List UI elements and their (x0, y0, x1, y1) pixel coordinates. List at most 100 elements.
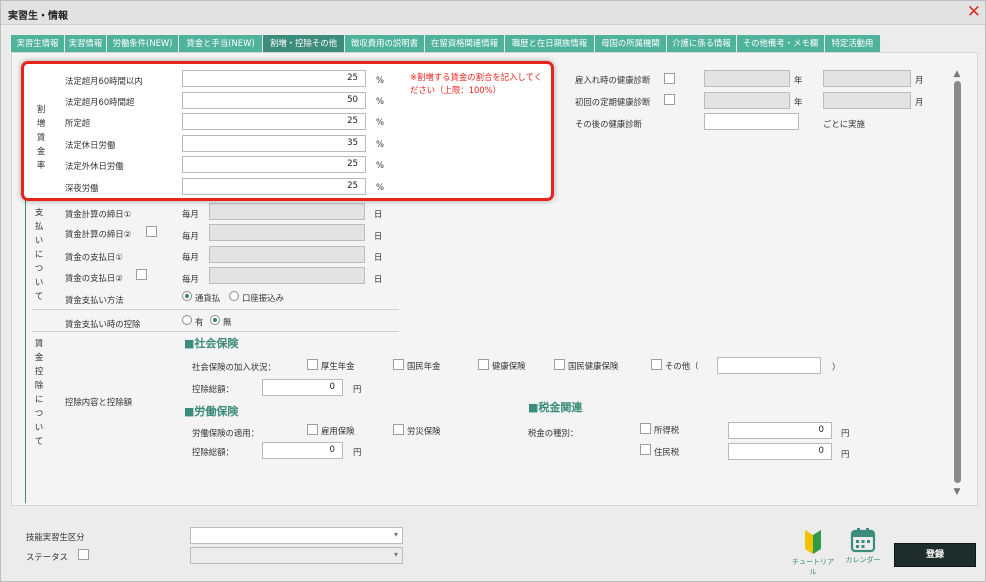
pay-deduction-yes-radio[interactable] (182, 315, 192, 325)
social-kokumin-kenko-checkbox[interactable] (554, 359, 565, 370)
monthly-prefix: 毎月 (182, 252, 199, 262)
rate-input[interactable]: 25 (182, 113, 366, 130)
close-paren: ） (832, 362, 841, 372)
status-checkbox[interactable] (78, 549, 89, 560)
beginner-mark-icon (805, 530, 821, 554)
health-hire-checkbox[interactable] (664, 73, 675, 84)
pay-day-2-input[interactable] (209, 267, 365, 284)
social-other-input[interactable] (717, 357, 821, 374)
percent-unit: % (376, 182, 384, 192)
health-first-checkbox[interactable] (664, 94, 675, 105)
pay-method-cash-label: 通貨払 (195, 293, 221, 303)
pay-deduction-yes-label: 有 (195, 317, 204, 327)
calendar-label: カレンダー (845, 556, 881, 564)
month-unit: 月 (915, 75, 924, 85)
tab-wages-allowances[interactable]: 賃金と手当(NEW) (179, 35, 263, 52)
rate-label: 法定外休日労働 (65, 161, 124, 171)
rate-label: 所定超 (65, 118, 91, 128)
percent-unit: % (376, 139, 384, 149)
social-kenko-label: 健康保険 (492, 361, 526, 371)
tutorial-label: チュートリアル (792, 558, 834, 576)
tab-work-history[interactable]: 職歴と在日親族情報 (505, 35, 595, 52)
social-insurance-heading: ■社会保険 (184, 337, 239, 350)
pay-method-transfer-label: 口座振込み (242, 293, 284, 303)
health-later-input[interactable] (704, 113, 799, 130)
pay-method-transfer-radio[interactable] (229, 291, 239, 301)
labor-accident-label: 労災保険 (407, 426, 441, 436)
register-button[interactable]: 登録 (894, 543, 976, 567)
pay-close-2-label: 賃金計算の締日② (65, 229, 132, 239)
health-hire-label: 雇入れ時の健康診断 (575, 75, 651, 85)
pay-close-1-input[interactable] (209, 203, 365, 220)
tab-other-notes[interactable]: その他備考・メモ欄 (737, 35, 825, 52)
status-label: ステータス (26, 552, 68, 562)
tab-trainee-info[interactable]: 実習生情報 (11, 35, 65, 52)
health-first-year-input[interactable] (704, 92, 790, 109)
pay-deduction-no-label: 無 (223, 317, 232, 327)
scroll-thumb[interactable] (954, 81, 961, 483)
labor-employment-checkbox[interactable] (307, 424, 318, 435)
health-first-month-input[interactable] (823, 92, 911, 109)
monthly-prefix: 毎月 (182, 231, 199, 241)
month-unit: 月 (915, 97, 924, 107)
pay-day-2-checkbox[interactable] (136, 269, 147, 280)
rate-input[interactable]: 25 (182, 70, 366, 87)
pay-close-2-checkbox[interactable] (146, 226, 157, 237)
pay-close-1-label: 賃金計算の締日① (65, 209, 132, 219)
health-hire-year-input[interactable] (704, 70, 790, 87)
tax-resident-input[interactable]: 0 (728, 443, 832, 460)
tax-resident-checkbox[interactable] (640, 444, 651, 455)
pay-close-2-input[interactable] (209, 224, 365, 241)
social-join-label: 社会保険の加入状況： (192, 362, 276, 372)
percent-unit: % (376, 75, 384, 85)
labor-total-input[interactable]: 0 (262, 442, 343, 459)
tab-training-info[interactable]: 実習情報 (65, 35, 107, 52)
health-later-label: その後の健康診断 (575, 119, 642, 129)
status-select[interactable] (190, 547, 403, 564)
pay-day-1-label: 賃金の支払日① (65, 252, 123, 262)
day-suffix: 日 (374, 274, 383, 284)
labor-accident-checkbox[interactable] (393, 424, 404, 435)
tab-home-organization[interactable]: 母国の所属機関 (595, 35, 667, 52)
year-unit: 年 (794, 97, 803, 107)
tab-residence-status[interactable]: 在留資格関連情報 (425, 35, 505, 52)
tab-specific-activities[interactable]: 特定活動用 (825, 35, 881, 52)
tab-labor-conditions[interactable]: 労働条件(NEW) (107, 35, 179, 52)
rate-input[interactable]: 25 (182, 156, 366, 173)
tab-premium-deductions[interactable]: 割増・控除その他 (263, 35, 345, 52)
scroll-up-icon[interactable]: ▲ (951, 69, 963, 79)
social-total-label: 控除総額： (192, 384, 234, 394)
payment-side-label: 支払いについて (34, 207, 44, 301)
day-suffix: 日 (374, 209, 383, 219)
tax-income-checkbox[interactable] (640, 423, 651, 434)
tutorial-button[interactable]: チュートリアル (791, 527, 835, 577)
tax-income-input[interactable]: 0 (728, 422, 832, 439)
pay-method-label: 賃金支払い方法 (65, 295, 124, 305)
close-icon[interactable]: ✕ (967, 2, 981, 22)
skill-category-select[interactable] (190, 527, 403, 544)
window-title: 実習生・情報 (8, 11, 68, 22)
rate-label: 法定休日労働 (65, 140, 116, 150)
health-hire-month-input[interactable] (823, 70, 911, 87)
pay-deduction-no-radio[interactable] (210, 315, 220, 325)
rate-input[interactable]: 50 (182, 92, 366, 109)
tab-collection-expenses[interactable]: 徴収費用の説明書 (345, 35, 425, 52)
social-kosei-checkbox[interactable] (307, 359, 318, 370)
rate-input[interactable]: 35 (182, 135, 366, 152)
social-total-input[interactable]: 0 (262, 379, 343, 396)
section-divider (25, 187, 26, 503)
rate-input[interactable]: 25 (182, 178, 366, 195)
divider (32, 331, 399, 332)
social-kokumin-nenkin-checkbox[interactable] (393, 359, 404, 370)
pay-method-cash-radio[interactable] (182, 291, 192, 301)
vertical-scrollbar[interactable]: ▲ ▼ (951, 69, 963, 497)
tab-care-info[interactable]: 介護に係る情報 (667, 35, 737, 52)
social-kenko-checkbox[interactable] (478, 359, 489, 370)
day-suffix: 日 (374, 231, 383, 241)
social-other-checkbox[interactable] (651, 359, 662, 370)
pay-day-1-input[interactable] (209, 246, 365, 263)
deduction-side-label: 賃金控除について (34, 338, 44, 446)
calendar-button[interactable]: カレンダー (841, 527, 885, 565)
monthly-prefix: 毎月 (182, 209, 199, 219)
scroll-down-icon[interactable]: ▼ (951, 487, 963, 497)
